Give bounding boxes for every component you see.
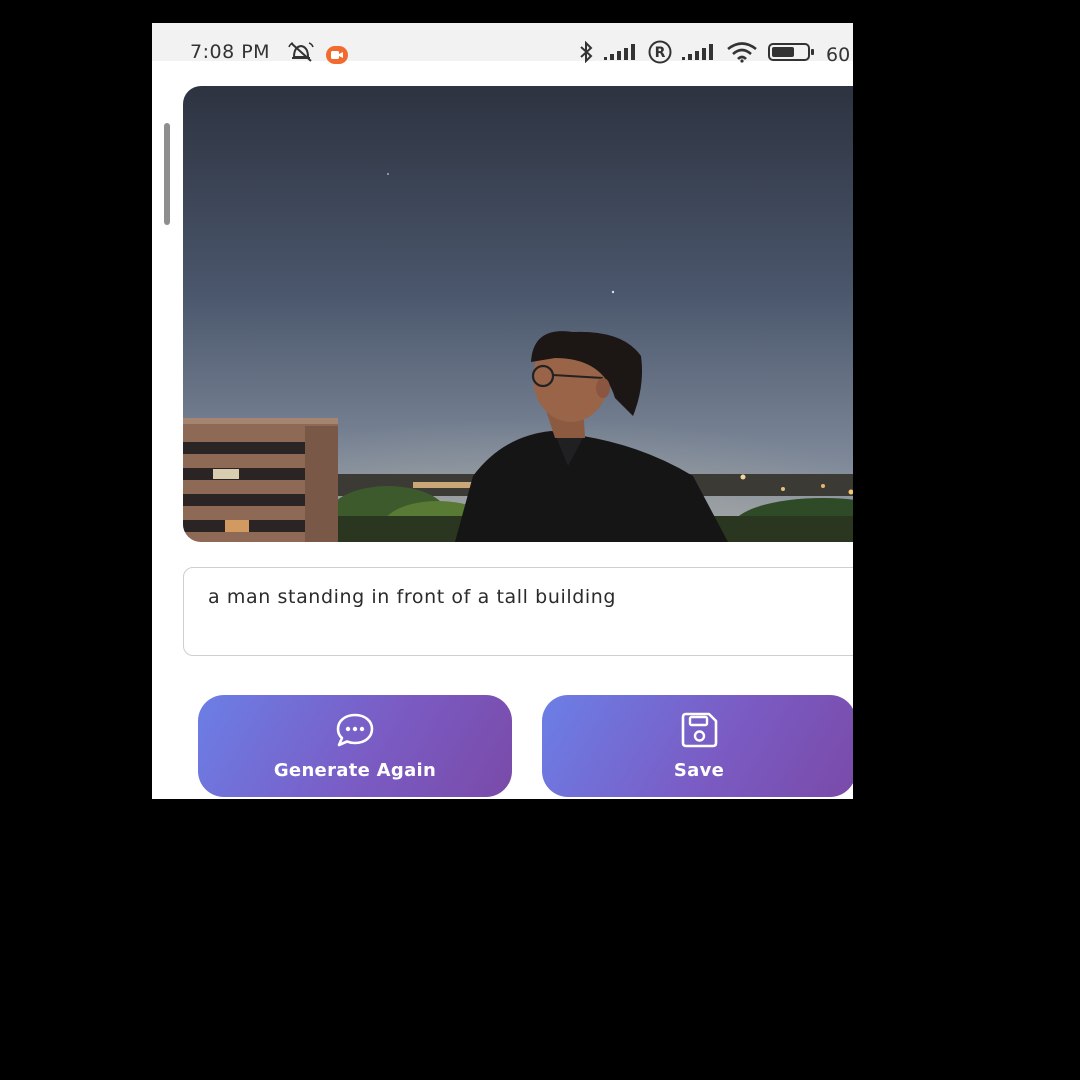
battery-percent: 60 <box>826 43 851 66</box>
bluetooth-icon <box>578 40 594 68</box>
chat-dots-icon <box>334 712 376 752</box>
caption-text: a man standing in front of a tall buildi… <box>208 586 617 608</box>
generate-again-label: Generate Again <box>273 759 437 781</box>
generated-photo <box>183 86 853 542</box>
scroll-indicator[interactable] <box>164 123 170 225</box>
status-right-icons: R 60 <box>578 40 850 69</box>
roaming-glyph: R <box>655 45 666 61</box>
status-left-icons <box>286 41 348 68</box>
generate-again-button[interactable]: Generate Again <box>198 695 512 797</box>
battery-icon <box>768 42 816 67</box>
save-button[interactable]: Save <box>542 695 853 797</box>
save-label: Save <box>673 759 725 781</box>
screen-record-icon <box>326 45 348 64</box>
signal-icon <box>604 43 638 66</box>
caption-field[interactable]: a man standing in front of a tall buildi… <box>183 567 853 656</box>
alarm-off-icon <box>286 41 316 68</box>
roaming-icon: R <box>648 40 672 69</box>
status-time: 7:08 PM <box>190 41 271 63</box>
signal-icon-2 <box>682 43 716 66</box>
status-bar: 7:08 PM R 60 <box>152 23 853 66</box>
floppy-disk-icon <box>679 712 719 752</box>
phone-screen: 7:08 PM R 60 a man standing in front of … <box>152 23 853 799</box>
wifi-icon <box>726 41 758 68</box>
